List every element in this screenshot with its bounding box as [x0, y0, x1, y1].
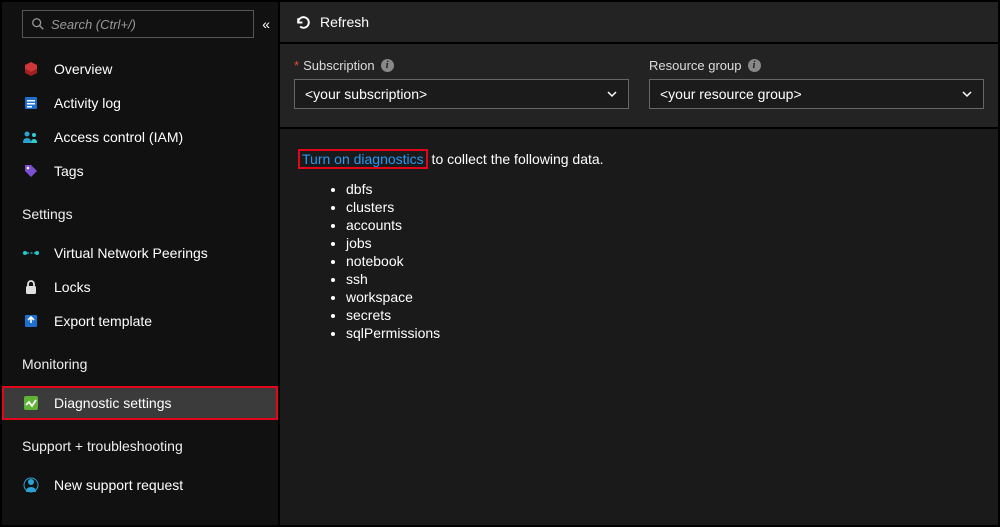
- list-item: ssh: [346, 271, 980, 287]
- prompt-rest: to collect the following data.: [428, 151, 604, 167]
- nav-activity-log[interactable]: Activity log: [2, 86, 278, 120]
- main-pane: Refresh * Subscription i <your subscript…: [278, 2, 998, 525]
- toolbar: Refresh: [280, 2, 998, 44]
- subscription-label: * Subscription i: [294, 58, 629, 73]
- diagnostic-icon: [22, 394, 40, 412]
- search-placeholder: Search (Ctrl+/): [51, 17, 136, 32]
- lock-icon: [22, 278, 40, 296]
- nav-export-template[interactable]: Export template: [2, 304, 278, 338]
- turn-on-diagnostics-link[interactable]: Turn on diagnostics: [298, 149, 428, 169]
- nav-vnet-peerings[interactable]: Virtual Network Peerings: [2, 236, 278, 270]
- nav-overview[interactable]: Overview: [2, 52, 278, 86]
- nav-label: Overview: [54, 61, 112, 77]
- nav-label: New support request: [54, 477, 183, 493]
- nav-locks[interactable]: Locks: [2, 270, 278, 304]
- nav-label: Diagnostic settings: [54, 395, 172, 411]
- search-input[interactable]: Search (Ctrl+/): [22, 10, 254, 38]
- resource-group-dropdown[interactable]: <your resource group>: [649, 79, 984, 109]
- list-item: clusters: [346, 199, 980, 215]
- list-item: sqlPermissions: [346, 325, 980, 341]
- filters-bar: * Subscription i <your subscription> Res…: [280, 44, 998, 129]
- section-heading-support: Support + troubleshooting: [2, 426, 278, 462]
- log-icon: [22, 94, 40, 112]
- section-heading-monitoring: Monitoring: [2, 344, 278, 380]
- info-icon[interactable]: i: [381, 59, 394, 72]
- nav-tags[interactable]: Tags: [2, 154, 278, 188]
- resource-group-label: Resource group i: [649, 58, 984, 73]
- refresh-icon: [294, 13, 312, 31]
- nav-new-support-request[interactable]: New support request: [2, 468, 278, 502]
- list-item: accounts: [346, 217, 980, 233]
- export-icon: [22, 312, 40, 330]
- list-item: dbfs: [346, 181, 980, 197]
- tag-icon: [22, 162, 40, 180]
- list-item: workspace: [346, 289, 980, 305]
- list-item: jobs: [346, 235, 980, 251]
- nav-diagnostic-settings[interactable]: Diagnostic settings: [2, 386, 278, 420]
- subscription-dropdown[interactable]: <your subscription>: [294, 79, 629, 109]
- support-icon: [22, 476, 40, 494]
- nav-label: Activity log: [54, 95, 121, 111]
- nav-label: Locks: [54, 279, 91, 295]
- resource-group-value: <your resource group>: [660, 86, 802, 102]
- diagnostic-categories-list: dbfs clusters accounts jobs notebook ssh works…: [346, 181, 980, 341]
- refresh-button[interactable]: Refresh: [294, 13, 369, 31]
- nav-label: Access control (IAM): [54, 129, 183, 145]
- collapse-sidebar-button[interactable]: «: [262, 16, 270, 32]
- nav-label: Tags: [54, 163, 84, 179]
- sidebar: Search (Ctrl+/) « Overview Activity log: [2, 2, 278, 525]
- list-item: notebook: [346, 253, 980, 269]
- refresh-label: Refresh: [320, 14, 369, 30]
- search-icon: [31, 17, 45, 31]
- nav-access-control[interactable]: Access control (IAM): [2, 120, 278, 154]
- section-heading-settings: Settings: [2, 194, 278, 230]
- info-icon[interactable]: i: [748, 59, 761, 72]
- nav-label: Export template: [54, 313, 152, 329]
- list-item: secrets: [346, 307, 980, 323]
- cube-icon: [22, 60, 40, 78]
- subscription-value: <your subscription>: [305, 86, 427, 102]
- content: Turn on diagnostics to collect the follo…: [280, 129, 998, 525]
- chevron-down-icon: [961, 88, 973, 100]
- people-icon: [22, 128, 40, 146]
- chevron-down-icon: [606, 88, 618, 100]
- diagnostics-prompt: Turn on diagnostics to collect the follo…: [298, 151, 980, 167]
- network-icon: [22, 244, 40, 262]
- required-marker: *: [294, 58, 299, 73]
- nav-label: Virtual Network Peerings: [54, 245, 208, 261]
